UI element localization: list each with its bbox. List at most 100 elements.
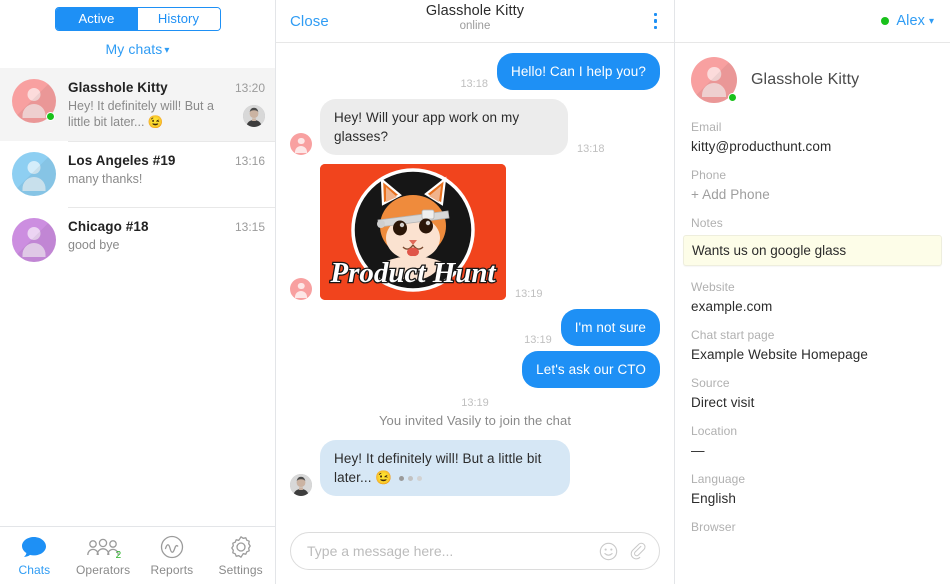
nav-item-settings[interactable]: Settings <box>206 535 275 577</box>
field-label: Source <box>691 376 730 390</box>
field-label: Location <box>691 424 738 438</box>
message-time: 13:19 <box>515 288 543 300</box>
visitor-identity: Glasshole Kitty <box>691 57 934 103</box>
conversation-header: Close Glasshole Kitty online <box>276 0 674 43</box>
nav-label-reports: Reports <box>150 562 194 577</box>
field-phone: Phone + Add Phone <box>691 168 934 202</box>
operator-name[interactable]: Alex <box>896 13 925 29</box>
message-row: Hey! It definitely will! But a little bi… <box>290 440 660 496</box>
avatar <box>12 79 56 123</box>
conversation-title: Glasshole Kitty <box>425 3 525 19</box>
field-value: Direct visit <box>691 395 755 410</box>
nav-item-operators[interactable]: 2 Operators <box>69 535 138 577</box>
chat-list: Glasshole Kitty 13:20 Hey! It definitely… <box>0 68 275 526</box>
conversation-title-block: Glasshole Kitty online <box>276 3 674 32</box>
reports-icon <box>160 535 184 560</box>
message-bubble: Hey! Will your app work on my glasses? <box>320 99 568 155</box>
visitor-profile: Glasshole Kitty Email kitty@producthunt.… <box>675 43 950 584</box>
chat-item-time: 13:15 <box>234 220 265 234</box>
avatar <box>12 218 56 262</box>
field-label: Phone <box>691 168 727 182</box>
operator-photo-icon <box>290 474 312 496</box>
field-value: — <box>691 443 705 458</box>
nav-label-operators: Operators <box>75 562 131 577</box>
field-label: Browser <box>691 520 736 534</box>
operator-avatar <box>243 105 265 127</box>
online-status-dot <box>728 93 737 102</box>
filter-tabs: Active History <box>0 0 275 31</box>
my-chats-dropdown[interactable]: My chats ▾ <box>0 31 275 68</box>
chat-item-snippet: good bye <box>68 238 120 252</box>
tab-active[interactable]: Active <box>55 8 138 30</box>
producthunt-image-attachment[interactable]: Product Hunt <box>320 164 506 300</box>
message-row: Let's ask our CTO <box>290 351 660 388</box>
operator-status-dot <box>881 17 890 25</box>
field-value[interactable]: example.com <box>691 299 934 314</box>
avatar <box>12 152 56 196</box>
field-chat-start-page: Chat start page Example Website Homepage <box>691 328 934 362</box>
producthunt-wordmark: Product Hunt <box>329 257 496 289</box>
nav-label-settings: Settings <box>218 562 263 577</box>
chat-list-sidebar: Active History My chats ▾ Glasshole Kitty <box>0 0 276 584</box>
chevron-down-icon[interactable]: ▾ <box>929 16 934 27</box>
chat-bubble-icon <box>21 535 47 560</box>
close-button[interactable]: Close <box>290 13 329 30</box>
chat-item-name: Chicago #18 <box>68 219 149 234</box>
message-bubble: Hello! Can I help you? <box>496 53 660 90</box>
kebab-menu-icon[interactable] <box>651 9 661 34</box>
bottom-navigation: Chats 2 Operators Reports Settings <box>0 526 275 584</box>
my-chats-label: My chats <box>105 41 163 57</box>
field-label: Website <box>691 280 735 294</box>
field-browser: Browser <box>691 520 934 534</box>
chat-list-item-los-angeles-19[interactable]: Los Angeles #19 13:16 many thanks! <box>0 141 275 207</box>
sending-indicator-dots <box>399 475 423 481</box>
live-chat-app: Active History My chats ▾ Glasshole Kitty <box>0 0 951 584</box>
system-message: You invited Vasily to join the chat <box>378 413 572 428</box>
field-location: Location — <box>691 424 934 458</box>
field-value[interactable]: Example Website Homepage <box>691 347 934 362</box>
field-email: Email kitty@producthunt.com <box>691 120 934 154</box>
chat-item-name: Glasshole Kitty <box>68 80 168 95</box>
message-time: 13:18 <box>577 143 605 155</box>
message-bubble: Hey! It definitely will! But a little bi… <box>320 440 570 496</box>
notes-input[interactable]: Wants us on google glass <box>683 235 942 266</box>
message-bubble: Let's ask our CTO <box>522 351 660 388</box>
tab-history[interactable]: History <box>137 8 220 30</box>
visitor-avatar <box>290 278 312 300</box>
conversation-subtitle: online <box>459 20 491 32</box>
nav-item-chats[interactable]: Chats <box>0 535 69 577</box>
chat-item-name: Los Angeles #19 <box>68 153 176 168</box>
operators-badge: 2 <box>115 549 122 561</box>
chat-item-snippet: many thanks! <box>68 172 143 186</box>
message-bubble: I'm not sure <box>560 309 660 346</box>
field-notes: Notes Wants us on google glass <box>683 216 942 266</box>
visitor-details-panel: Alex ▾ Glasshole Kitty Email kitty@produ… <box>675 0 950 584</box>
operator-avatar <box>290 474 312 496</box>
composer <box>276 522 674 584</box>
operators-icon: 2 <box>86 535 122 561</box>
field-label: Email <box>691 120 722 134</box>
message-row-image: Product Hunt 13:19 <box>290 164 660 300</box>
message-row: 13:18 Hello! Can I help you? <box>290 53 660 90</box>
chat-list-item-glasshole-kitty[interactable]: Glasshole Kitty 13:20 Hey! It definitely… <box>0 68 275 141</box>
system-message-time: 13:19 <box>461 397 489 409</box>
visitor-avatar <box>290 133 312 155</box>
nav-item-reports[interactable]: Reports <box>138 535 207 577</box>
field-label: Notes <box>691 216 723 230</box>
paperclip-icon[interactable] <box>628 542 647 561</box>
field-label: Chat start page <box>691 328 775 342</box>
message-input[interactable] <box>307 543 589 559</box>
field-website: Website example.com <box>691 280 934 314</box>
chat-item-snippet: Hey! It definitely will! But a little bi… <box>68 99 214 129</box>
field-value[interactable]: kitty@producthunt.com <box>691 139 934 154</box>
add-phone-button[interactable]: + Add Phone <box>691 187 934 202</box>
chevron-down-icon: ▾ <box>164 45 170 56</box>
smiley-icon[interactable] <box>599 542 618 561</box>
message-text: Hey! It definitely will! But a little bi… <box>334 451 542 485</box>
nav-label-chats: Chats <box>18 562 51 577</box>
field-value: English <box>691 491 736 506</box>
chat-list-item-chicago-18[interactable]: Chicago #18 13:15 good bye <box>0 207 275 273</box>
message-list: 13:18 Hello! Can I help you? Hey! Will y… <box>276 43 674 522</box>
message-time: 13:18 <box>460 78 488 90</box>
operator-header: Alex ▾ <box>675 0 950 43</box>
